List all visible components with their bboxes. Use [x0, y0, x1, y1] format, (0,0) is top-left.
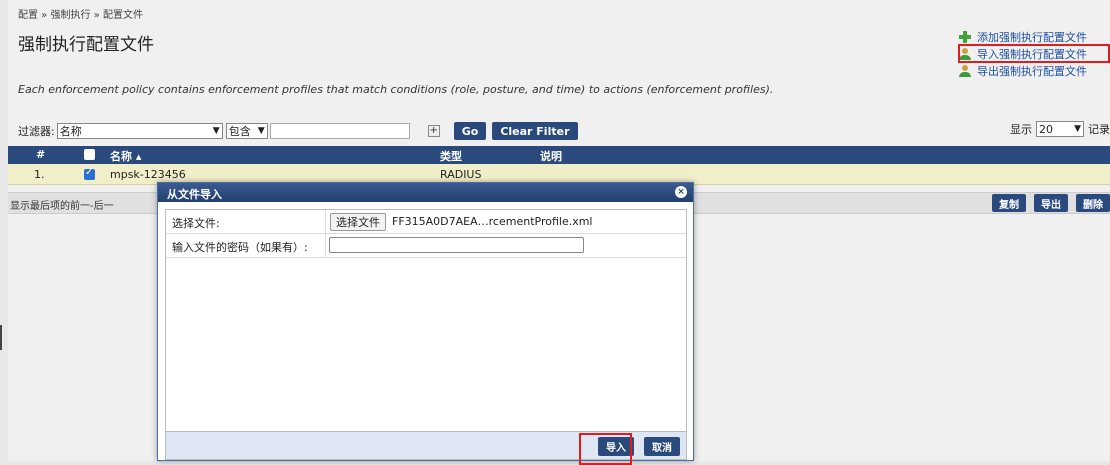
- row-actions: 复制 导出 删除: [992, 194, 1110, 212]
- col-type-header[interactable]: 类型: [440, 148, 462, 164]
- filter-bar: 过滤器: 名称 ▼ 包含 ▼ + Go Clear Filter 显示 20 ▼…: [18, 121, 1110, 141]
- export-profile-link[interactable]: 导出强制执行配置文件: [958, 62, 1110, 79]
- filter-operator-value: 包含: [228, 125, 251, 138]
- row-type: RADIUS: [440, 168, 482, 181]
- page-size-suffix: 记录: [1088, 123, 1110, 136]
- dialog-titlebar[interactable]: 从文件导入 ×: [158, 183, 693, 202]
- filter-field-value: 名称: [59, 125, 82, 138]
- col-name-header[interactable]: 名称 ▴: [110, 148, 141, 164]
- chevron-down-icon: ▼: [212, 126, 220, 136]
- filter-label: 过滤器:: [18, 125, 55, 138]
- import-dialog: 从文件导入 × 选择文件: 选择文件 FF315A0D7AEA…rcementP…: [157, 182, 694, 465]
- chevron-down-icon: ▼: [257, 126, 265, 136]
- export-profile-label: 导出强制执行配置文件: [977, 64, 1087, 78]
- close-icon[interactable]: ×: [675, 186, 687, 198]
- dialog-title: 从文件导入: [167, 188, 222, 201]
- scrollbar[interactable]: [0, 325, 2, 350]
- page-size-value: 20: [1039, 122, 1053, 136]
- filter-value-input[interactable]: [269, 123, 410, 139]
- pager-text[interactable]: 显示最后项的前一-后一: [10, 197, 114, 212]
- page-size-label: 显示: [1010, 123, 1032, 136]
- export-icon: [958, 64, 972, 78]
- filter-field-select[interactable]: 名称 ▼: [56, 123, 223, 139]
- add-icon: [958, 30, 972, 44]
- add-profile-label: 添加强制执行配置文件: [977, 30, 1087, 44]
- cancel-button[interactable]: 取消: [644, 437, 680, 456]
- table-header: # 名称 ▴ 类型 说明: [8, 146, 1110, 164]
- export-button[interactable]: 导出: [1034, 194, 1068, 212]
- breadcrumb[interactable]: 配置 » 强制执行 » 配置文件: [18, 6, 143, 21]
- file-label: 选择文件:: [166, 210, 326, 233]
- password-input[interactable]: [329, 237, 584, 253]
- go-button[interactable]: Go: [453, 122, 487, 140]
- dialog-body: 选择文件: 选择文件 FF315A0D7AEA…rcementProfile.x…: [165, 209, 687, 432]
- page-size-control: 显示 20 ▼ 记录: [1010, 121, 1110, 137]
- col-desc-header[interactable]: 说明: [540, 148, 562, 164]
- filter-operator-select[interactable]: 包含 ▼: [225, 123, 268, 139]
- clear-filter-button[interactable]: Clear Filter: [492, 122, 578, 140]
- delete-button[interactable]: 删除: [1076, 194, 1110, 212]
- row-name[interactable]: mpsk-123456: [110, 168, 186, 181]
- row-num: 1.: [34, 168, 45, 181]
- select-all-checkbox[interactable]: [84, 149, 95, 160]
- choose-file-button[interactable]: 选择文件: [330, 213, 386, 231]
- col-num-header: #: [36, 148, 46, 161]
- password-row: 输入文件的密码（如果有）:: [166, 234, 686, 258]
- chevron-down-icon: ▼: [1074, 124, 1081, 134]
- page-title: 强制执行配置文件: [18, 35, 154, 55]
- row-checkbox[interactable]: [84, 167, 95, 180]
- copy-button[interactable]: 复制: [992, 194, 1026, 212]
- file-row: 选择文件: 选择文件 FF315A0D7AEA…rcementProfile.x…: [166, 210, 686, 234]
- page-size-select[interactable]: 20 ▼: [1036, 121, 1084, 137]
- add-profile-link[interactable]: 添加强制执行配置文件: [958, 28, 1110, 45]
- import-link-highlight: [958, 44, 1110, 63]
- password-label: 输入文件的密码（如果有）:: [166, 234, 326, 257]
- selected-file-name: FF315A0D7AEA…rcementProfile.xml: [392, 215, 593, 228]
- page-description: Each enforcement policy contains enforce…: [18, 83, 774, 96]
- import-button-highlight: [579, 433, 632, 465]
- add-filter-button[interactable]: +: [427, 125, 440, 137]
